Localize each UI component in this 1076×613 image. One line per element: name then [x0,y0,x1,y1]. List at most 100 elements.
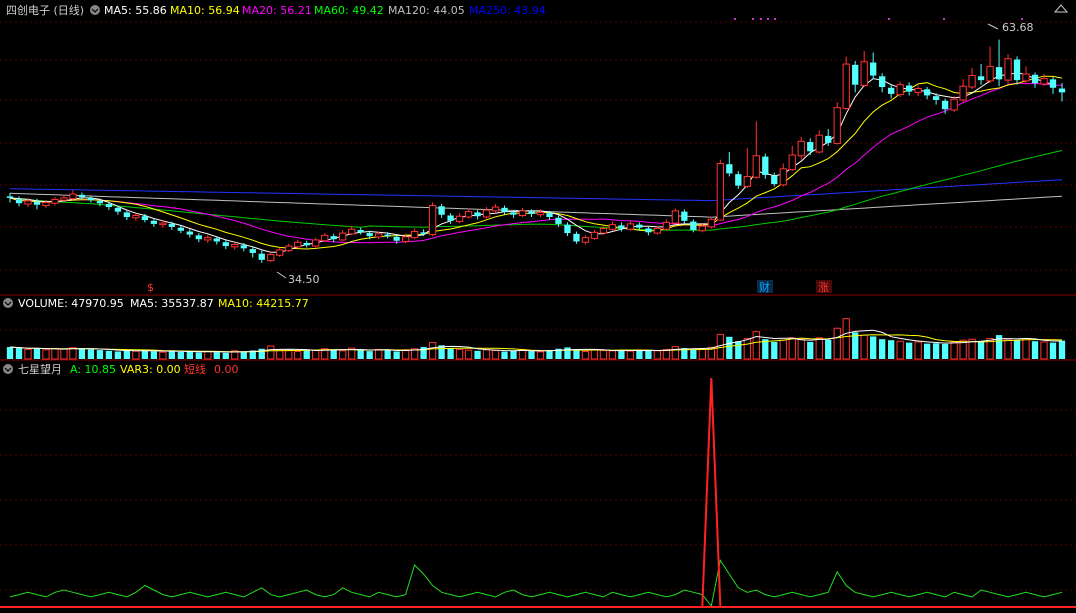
volume-bar-down [213,352,220,359]
candle-body-up [60,197,68,201]
indicator-short-value: 0.00 [214,363,239,376]
volume-bar-up [339,350,347,360]
candle-body-down [357,230,364,233]
candle-body-down [438,206,445,215]
volume-bar-down [195,352,202,359]
candle-body-down [33,201,41,205]
rise-marker[interactable]: 涨 [818,281,829,294]
volume-bar-down [501,351,508,359]
volume-bar-up [464,349,473,360]
candle-body-down [141,216,149,221]
volume-ma5-label: MA5: 35537.87 [130,297,214,310]
candle-body-up [959,85,967,101]
volume-bar-up [42,349,50,360]
collapse-toggle-icon[interactable] [90,5,100,15]
volume-bar-up [267,345,275,360]
candle-body-down [186,231,193,235]
dividend-marker[interactable]: $ [147,281,154,294]
ma5-line [9,71,1054,253]
volume-bar-down [123,350,131,359]
candle-body-down [645,228,652,233]
candle-body-up [986,65,994,82]
volume-bar-up [24,348,32,360]
volume-bar-down [474,350,481,359]
volume-toggle-icon[interactable] [3,298,13,308]
volume-bar-down [357,350,364,359]
volume-value-label: VOLUME: 47970.95 [18,297,124,310]
candle-body-up [779,168,787,186]
volume-bar-down [771,341,778,359]
candle-body-up [410,231,419,239]
candle-body-down [447,215,454,221]
ma10-label: MA10: 56.94 [170,4,240,17]
volume-bar-down [573,349,580,359]
candle-body-up [536,211,545,216]
volume-bar-up [276,349,284,360]
volume-bar-up [608,350,617,360]
candle-body-down [771,175,778,185]
volume-ma10-line [9,334,1063,353]
indicator-short-label: 短线 [184,362,206,376]
indicator-series [0,377,1076,608]
candle-body-down [564,224,571,234]
ma5-label: MA5: 55.86 [104,4,167,17]
volume-bar-up [581,350,590,360]
indicator-name: 七星望月 [18,363,62,376]
stock-chart[interactable]: 四创电子 (日线) MA5: 55.86 MA10: 56.94 MA20: 5… [0,0,1076,613]
candle-body-down [213,238,220,242]
candle-body-down [195,235,202,240]
volume-bar-up [491,349,500,360]
volume-bar-up [294,350,302,360]
indicator-a-line [9,559,1063,608]
volume-bar-up [698,348,706,360]
volume-bar-up [860,334,868,360]
volume-bar-up [590,349,599,360]
candle-body-down [510,212,517,215]
volume-bar-up [752,331,760,360]
candle-body-down [825,135,832,143]
volume-bar-up [653,350,662,360]
volume-ma5-line [9,329,1062,353]
candle-body-up [653,227,662,234]
candle-body-up [455,215,464,223]
volume-bar-up [797,338,805,360]
volume-bar-up [1004,338,1012,360]
candle-body-down [905,85,913,92]
high-price-marker: 63.68 [987,21,1034,34]
volume-bar-up [914,341,922,360]
candle-body-up [321,234,329,242]
candle-body-down [977,76,985,81]
candle-body-down [123,212,131,217]
indicator-toggle-icon[interactable] [3,364,13,374]
candle-body-up [1040,78,1048,85]
candle-body-down [636,224,643,228]
candle-body-down [15,199,23,204]
candle-body-down [150,220,158,224]
volume-bar-down [636,350,643,359]
volume-bar-up [51,347,59,360]
navigate-up-icon[interactable] [1053,4,1069,13]
volume-bar-down [1031,341,1039,359]
candle-body-down [366,233,373,237]
candle-body-up [716,162,724,221]
finance-marker[interactable]: 财 [759,280,770,294]
candle-body-down [78,194,86,198]
volume-bar-down [366,351,373,359]
volume-bar-down [932,343,940,359]
volume-bar-down [510,350,517,359]
volume-bar-down [393,351,400,359]
candle-body-down [690,221,697,230]
candle-body-down [474,212,481,217]
volume-bar-down [15,348,23,359]
volume-bar-down [150,351,158,359]
candle-body-up [968,75,976,88]
candle-body-up [231,244,239,248]
volume-bar-down [330,349,337,359]
candle-body-down [1058,88,1066,93]
volume-bar-up [896,340,904,360]
volume-bar-up [743,338,751,360]
candle-body-down [555,217,562,224]
candle-body-up [788,154,796,171]
candle-body-down [879,76,886,87]
candle-body-up [312,239,320,247]
